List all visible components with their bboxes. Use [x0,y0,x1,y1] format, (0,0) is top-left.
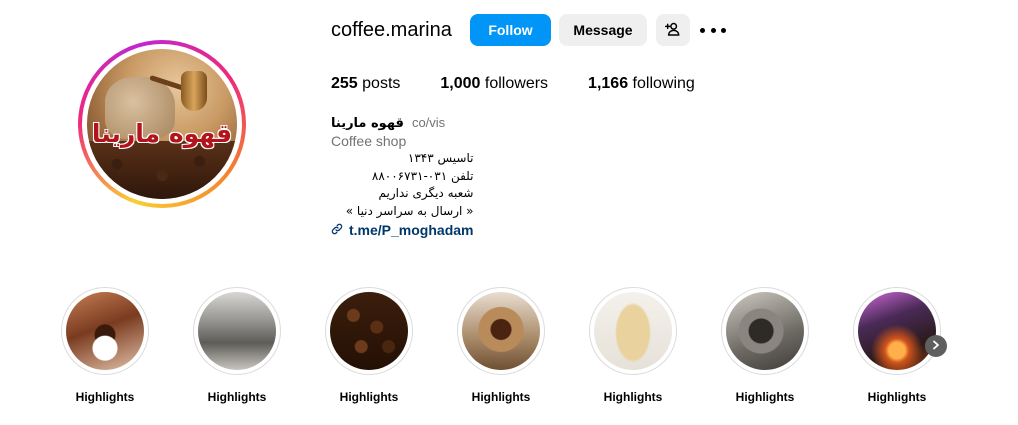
following-label: following [632,75,695,92]
highlight-label: Highlights [471,390,531,404]
follow-button[interactable]: Follow [470,14,551,46]
highlight-item[interactable]: Highlights [715,287,815,404]
highlight-ring [853,287,941,375]
highlight-cover [198,292,276,370]
bio-link[interactable]: t.me/P_moghadam [331,222,473,240]
highlight-ring [61,287,149,375]
profile-stats: 255 posts 1,000 followers 1,166 followin… [331,75,735,93]
highlight-label: Highlights [339,390,399,404]
highlight-ring [325,287,413,375]
link-icon [331,222,349,240]
chevron-right-icon [931,337,941,355]
highlight-label: Highlights [867,390,927,404]
highlight-cover [594,292,672,370]
avatar-logo-text: قهوه مارینا [91,119,233,148]
add-user-icon [664,21,681,40]
following-count: 1,166 [588,75,629,92]
highlight-item[interactable]: Highlights [319,287,419,404]
highlight-cover [726,292,804,370]
dot [700,27,705,33]
pronouns: co/vis [411,115,446,130]
highlight-item[interactable]: Highlights [55,287,155,404]
followers-stat[interactable]: 1,000 followers [440,75,548,93]
highlight-cover [858,292,936,370]
highlight-cover [462,292,540,370]
highlight-ring [721,287,809,375]
category-label: Coffee shop [331,132,407,149]
dot [710,27,716,33]
profile-bio: قهوه مارینا co/vis Coffee shop تاسیس ۱۳۴… [331,114,473,240]
highlight-item[interactable]: Highlights [583,287,683,404]
highlight-label: Highlights [75,390,135,404]
coffee-beans-shape [87,141,237,199]
highlight-ring [193,287,281,375]
highlight-label: Highlights [735,390,795,404]
suggest-users-button[interactable] [656,14,690,46]
bio-link-text: t.me/P_moghadam [349,222,474,238]
message-button[interactable]: Message [559,14,647,46]
display-name: قهوه مارینا [331,116,404,131]
followers-count: 1,000 [440,75,481,92]
dot [721,27,726,33]
avatar-border: قهوه مارینا [82,44,242,204]
highlight-label: Highlights [603,390,663,404]
posts-count: 255 [331,75,358,92]
coffee-pot-shape [181,71,207,111]
highlight-cover [330,292,408,370]
highlights-next-button[interactable] [925,335,947,357]
profile-avatar[interactable]: قهوه مارینا [78,40,246,208]
highlight-item[interactable]: Highlights [187,287,287,404]
followers-label: followers [484,75,549,92]
bio-line: « ارسال به سراسر دنیا » [345,203,474,218]
bio-line: تلفن ۰۳۱-۸۸۰۰۶۷۳۱ [371,168,474,183]
highlight-label: Highlights [207,390,267,404]
highlight-ring [589,287,677,375]
bio-line: تاسیس ۱۳۴۳ [407,151,474,165]
posts-label: posts [362,75,401,92]
username: coffee.marina [331,19,452,41]
following-stat[interactable]: 1,166 following [588,75,695,93]
name-row: قهوه مارینا co/vis [331,114,473,133]
highlight-cover [66,292,144,370]
highlight-ring [457,287,545,375]
avatar-image: قهوه مارینا [87,49,237,199]
posts-stat: 255 posts [331,75,400,93]
highlight-item[interactable]: Highlights [451,287,551,404]
bio-line: شعبه دیگری نداریم [378,186,474,200]
more-options-icon[interactable] [700,18,726,42]
